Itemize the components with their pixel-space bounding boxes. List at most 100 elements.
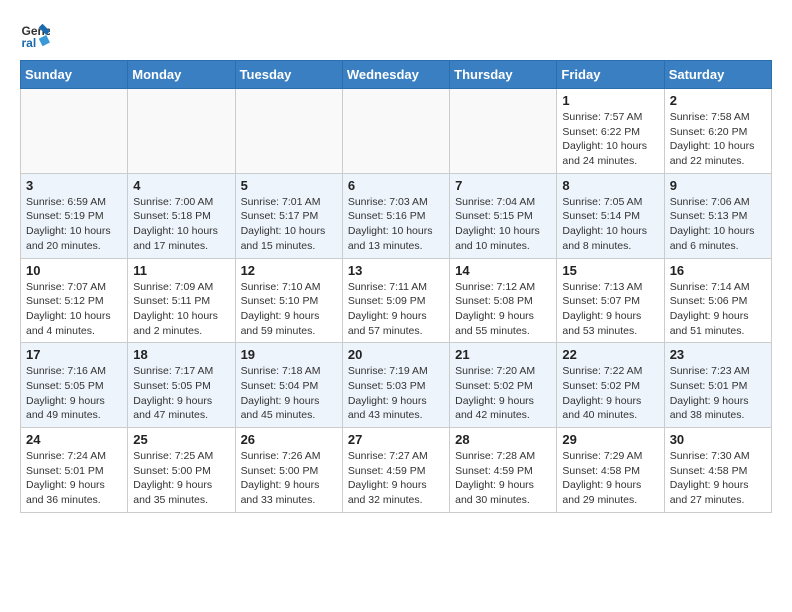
day-info: Sunrise: 7:27 AM Sunset: 4:59 PM Dayligh… <box>348 449 444 508</box>
day-number: 24 <box>26 432 122 447</box>
day-number: 28 <box>455 432 551 447</box>
day-info: Sunrise: 7:01 AM Sunset: 5:17 PM Dayligh… <box>241 195 337 254</box>
day-number: 1 <box>562 93 658 108</box>
day-number: 2 <box>670 93 766 108</box>
calendar-cell: 14 Sunrise: 7:12 AM Sunset: 5:08 PM Dayli… <box>450 258 557 343</box>
calendar-week-row: 3Sunrise: 6:59 AM Sunset: 5:19 PM Daylig… <box>21 173 772 258</box>
calendar-cell: 30Sunrise: 7:30 AM Sunset: 4:58 PM Dayli… <box>664 428 771 513</box>
calendar-cell: 19Sunrise: 7:18 AM Sunset: 5:04 PM Dayli… <box>235 343 342 428</box>
day-info: Sunrise: 7:09 AM Sunset: 5:11 PM Dayligh… <box>133 280 229 339</box>
day-info: Sunrise: 7:10 AM Sunset: 5:10 PM Dayligh… <box>241 280 337 339</box>
day-info: Sunrise: 7:16 AM Sunset: 5:05 PM Dayligh… <box>26 364 122 423</box>
day-number: 17 <box>26 347 122 362</box>
day-number: 7 <box>455 178 551 193</box>
calendar-cell <box>235 89 342 174</box>
calendar-cell: 8 Sunrise: 7:05 AM Sunset: 5:14 PM Daylig… <box>557 173 664 258</box>
day-number: 29 <box>562 432 658 447</box>
calendar-cell: 5 Sunrise: 7:01 AM Sunset: 5:17 PM Daylig… <box>235 173 342 258</box>
day-number: 8 <box>562 178 658 193</box>
calendar-cell: 3Sunrise: 6:59 AM Sunset: 5:19 PM Daylig… <box>21 173 128 258</box>
day-number: 16 <box>670 263 766 278</box>
calendar-week-row: 10 Sunrise: 7:07 AM Sunset: 5:12 PM Dayli… <box>21 258 772 343</box>
weekday-header: Friday <box>557 61 664 89</box>
day-info: Sunrise: 7:25 AM Sunset: 5:00 PM Dayligh… <box>133 449 229 508</box>
day-info: Sunrise: 6:59 AM Sunset: 5:19 PM Dayligh… <box>26 195 122 254</box>
day-info: Sunrise: 7:17 AM Sunset: 5:05 PM Dayligh… <box>133 364 229 423</box>
day-number: 5 <box>241 178 337 193</box>
weekday-header: Saturday <box>664 61 771 89</box>
day-info: Sunrise: 7:58 AM Sunset: 6:20 PM Dayligh… <box>670 110 766 169</box>
logo: Gene ral <box>20 20 54 50</box>
calendar-cell <box>21 89 128 174</box>
day-number: 26 <box>241 432 337 447</box>
logo-icon: Gene ral <box>20 20 50 50</box>
day-number: 10 <box>26 263 122 278</box>
day-info: Sunrise: 7:26 AM Sunset: 5:00 PM Dayligh… <box>241 449 337 508</box>
calendar-cell <box>342 89 449 174</box>
calendar-cell: 21Sunrise: 7:20 AM Sunset: 5:02 PM Dayli… <box>450 343 557 428</box>
day-number: 4 <box>133 178 229 193</box>
calendar-cell: 22 Sunrise: 7:22 AM Sunset: 5:02 PM Dayli… <box>557 343 664 428</box>
calendar-cell <box>128 89 235 174</box>
day-info: Sunrise: 7:22 AM Sunset: 5:02 PM Dayligh… <box>562 364 658 423</box>
calendar-week-row: 17 Sunrise: 7:16 AM Sunset: 5:05 PM Dayli… <box>21 343 772 428</box>
day-info: Sunrise: 7:04 AM Sunset: 5:15 PM Dayligh… <box>455 195 551 254</box>
calendar-week-row: 1 Sunrise: 7:57 AM Sunset: 6:22 PM Daylig… <box>21 89 772 174</box>
day-number: 12 <box>241 263 337 278</box>
calendar-cell: 10 Sunrise: 7:07 AM Sunset: 5:12 PM Dayli… <box>21 258 128 343</box>
day-info: Sunrise: 7:14 AM Sunset: 5:06 PM Dayligh… <box>670 280 766 339</box>
calendar-cell: 20 Sunrise: 7:19 AM Sunset: 5:03 PM Dayli… <box>342 343 449 428</box>
calendar-cell: 2 Sunrise: 7:58 AM Sunset: 6:20 PM Daylig… <box>664 89 771 174</box>
calendar-cell: 28Sunrise: 7:28 AM Sunset: 4:59 PM Dayli… <box>450 428 557 513</box>
day-info: Sunrise: 7:13 AM Sunset: 5:07 PM Dayligh… <box>562 280 658 339</box>
day-info: Sunrise: 7:29 AM Sunset: 4:58 PM Dayligh… <box>562 449 658 508</box>
day-number: 18 <box>133 347 229 362</box>
day-info: Sunrise: 7:30 AM Sunset: 4:58 PM Dayligh… <box>670 449 766 508</box>
svg-text:ral: ral <box>22 36 37 50</box>
day-number: 15 <box>562 263 658 278</box>
day-number: 13 <box>348 263 444 278</box>
calendar-cell: 29 Sunrise: 7:29 AM Sunset: 4:58 PM Dayli… <box>557 428 664 513</box>
calendar-cell: 25Sunrise: 7:25 AM Sunset: 5:00 PM Dayli… <box>128 428 235 513</box>
day-info: Sunrise: 7:05 AM Sunset: 5:14 PM Dayligh… <box>562 195 658 254</box>
calendar-cell: 23 Sunrise: 7:23 AM Sunset: 5:01 PM Dayli… <box>664 343 771 428</box>
day-info: Sunrise: 7:03 AM Sunset: 5:16 PM Dayligh… <box>348 195 444 254</box>
day-info: Sunrise: 7:24 AM Sunset: 5:01 PM Dayligh… <box>26 449 122 508</box>
calendar-cell: 16 Sunrise: 7:14 AM Sunset: 5:06 PM Dayli… <box>664 258 771 343</box>
day-info: Sunrise: 7:19 AM Sunset: 5:03 PM Dayligh… <box>348 364 444 423</box>
calendar-cell: 9 Sunrise: 7:06 AM Sunset: 5:13 PM Daylig… <box>664 173 771 258</box>
weekday-header: Wednesday <box>342 61 449 89</box>
calendar-cell: 4 Sunrise: 7:00 AM Sunset: 5:18 PM Daylig… <box>128 173 235 258</box>
day-info: Sunrise: 7:57 AM Sunset: 6:22 PM Dayligh… <box>562 110 658 169</box>
day-number: 19 <box>241 347 337 362</box>
calendar-cell: 27Sunrise: 7:27 AM Sunset: 4:59 PM Dayli… <box>342 428 449 513</box>
day-number: 11 <box>133 263 229 278</box>
day-number: 20 <box>348 347 444 362</box>
day-number: 9 <box>670 178 766 193</box>
calendar-cell: 12 Sunrise: 7:10 AM Sunset: 5:10 PM Dayli… <box>235 258 342 343</box>
calendar-table: SundayMondayTuesdayWednesdayThursdayFrid… <box>20 60 772 513</box>
day-info: Sunrise: 7:07 AM Sunset: 5:12 PM Dayligh… <box>26 280 122 339</box>
calendar-cell <box>450 89 557 174</box>
weekday-header: Tuesday <box>235 61 342 89</box>
calendar-cell: 26 Sunrise: 7:26 AM Sunset: 5:00 PM Dayli… <box>235 428 342 513</box>
day-info: Sunrise: 7:00 AM Sunset: 5:18 PM Dayligh… <box>133 195 229 254</box>
calendar-header-row: SundayMondayTuesdayWednesdayThursdayFrid… <box>21 61 772 89</box>
day-number: 22 <box>562 347 658 362</box>
calendar-cell: 24 Sunrise: 7:24 AM Sunset: 5:01 PM Dayli… <box>21 428 128 513</box>
day-info: Sunrise: 7:06 AM Sunset: 5:13 PM Dayligh… <box>670 195 766 254</box>
calendar-cell: 6 Sunrise: 7:03 AM Sunset: 5:16 PM Daylig… <box>342 173 449 258</box>
day-info: Sunrise: 7:20 AM Sunset: 5:02 PM Dayligh… <box>455 364 551 423</box>
day-number: 6 <box>348 178 444 193</box>
day-number: 14 <box>455 263 551 278</box>
weekday-header: Monday <box>128 61 235 89</box>
day-number: 23 <box>670 347 766 362</box>
weekday-header: Thursday <box>450 61 557 89</box>
weekday-header: Sunday <box>21 61 128 89</box>
calendar-cell: 11 Sunrise: 7:09 AM Sunset: 5:11 PM Dayli… <box>128 258 235 343</box>
calendar-cell: 18 Sunrise: 7:17 AM Sunset: 5:05 PM Dayli… <box>128 343 235 428</box>
day-info: Sunrise: 7:23 AM Sunset: 5:01 PM Dayligh… <box>670 364 766 423</box>
calendar-cell: 13Sunrise: 7:11 AM Sunset: 5:09 PM Dayli… <box>342 258 449 343</box>
calendar-cell: 17 Sunrise: 7:16 AM Sunset: 5:05 PM Dayli… <box>21 343 128 428</box>
day-info: Sunrise: 7:12 AM Sunset: 5:08 PM Dayligh… <box>455 280 551 339</box>
